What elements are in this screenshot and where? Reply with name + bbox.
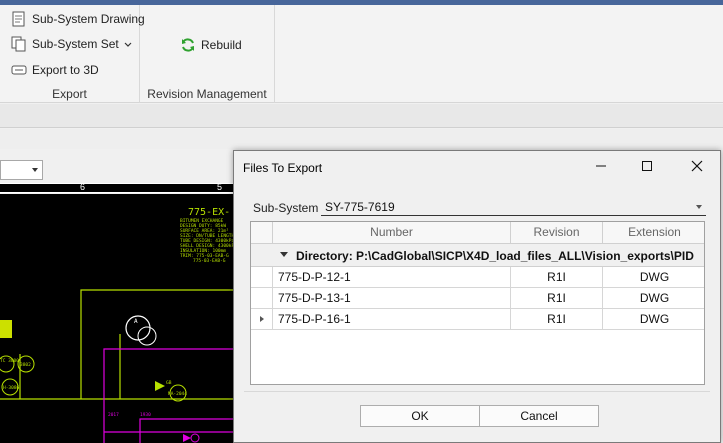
cell-number: 775-D-P-12-1: [273, 267, 511, 287]
cell-revision: R1I: [511, 309, 603, 329]
process-lines: [0, 289, 240, 400]
equipment-note: 775-03-EAB-G: [193, 258, 226, 264]
instrument-bubbles: A TC 3800 3802 H-3086 GB NA-2044 2017 19…: [0, 315, 200, 443]
row-indicator: [251, 288, 273, 308]
drawing-ruler: 6 5: [0, 182, 240, 193]
cell-extension: DWG: [639, 270, 670, 284]
rebuild-button[interactable]: Rebuild: [180, 35, 242, 55]
instrument-tag: A: [134, 318, 138, 325]
drawing-icon: [11, 11, 27, 27]
cad-drawing-canvas[interactable]: 775-EX- BITUMEN EXCHANGE DESIGN DUTY: 85…: [0, 194, 240, 443]
instrument-tag: TC 3800: [0, 358, 19, 364]
sub-system-set-button[interactable]: Sub-System Set: [11, 34, 132, 54]
instrument-tag: 2017: [108, 412, 119, 418]
close-button[interactable]: [674, 151, 720, 183]
dialog-title: Files To Export: [243, 161, 323, 175]
chevron-down-icon: [696, 205, 702, 209]
ok-button[interactable]: OK: [360, 405, 480, 427]
minimize-icon: [595, 160, 607, 175]
instrument-tag: NA-2044: [168, 391, 187, 397]
sub-system-label: Sub-System: [253, 201, 319, 215]
sub-system-drawing-button[interactable]: Sub-System Drawing: [11, 9, 145, 29]
column-header-revision[interactable]: Revision: [511, 222, 603, 244]
table-row[interactable]: 775-D-P-16-1 R1I DWG: [251, 309, 704, 330]
directory-group-label: Directory: P:\CadGlobal\SICP\X4D_load_fi…: [296, 249, 694, 263]
export-group-label: Export: [52, 87, 87, 101]
collapse-chevron-icon[interactable]: [280, 252, 288, 257]
column-header-number[interactable]: Number: [273, 222, 511, 244]
sub-system-value: SY-775-7619: [325, 200, 395, 214]
revision-management-group: Rebuild Revision Management: [140, 5, 275, 103]
layer-dropdown[interactable]: [0, 160, 43, 180]
export-3d-icon: [11, 62, 27, 78]
row-indicator-header: [251, 222, 273, 244]
files-grid: Number Revision Extension Directory: P:\…: [250, 221, 705, 385]
cell-number: 775-D-P-16-1: [273, 309, 511, 329]
cell-extension: DWG: [639, 291, 670, 305]
cell-revision: R1I: [511, 267, 603, 287]
document-tab-strip: [0, 129, 723, 149]
instrument-tag: H-3086: [3, 385, 20, 391]
sub-system-set-label: Sub-System Set: [32, 37, 119, 51]
chevron-down-icon: [124, 37, 132, 51]
cancel-button[interactable]: Cancel: [479, 405, 599, 427]
group-row-directory[interactable]: Directory: P:\CadGlobal\SICP\X4D_load_fi…: [251, 244, 704, 267]
files-to-export-dialog: Files To Export Sub-System SY-775-7619 N…: [233, 150, 721, 443]
equipment-tag: 775-EX-: [188, 207, 230, 218]
rebuild-label: Rebuild: [201, 38, 242, 52]
export-group: Sub-System Drawing Sub-System Set Export…: [0, 5, 145, 103]
row-indicator: [251, 309, 273, 329]
export-to-3d-button[interactable]: Export to 3D: [11, 60, 99, 80]
sub-system-drawing-label: Sub-System Drawing: [32, 12, 145, 26]
ruler-tick-5: 5: [217, 182, 223, 192]
cell-number: 775-D-P-13-1: [273, 288, 511, 308]
document-set-icon: [11, 36, 27, 52]
minimize-button[interactable]: [578, 151, 624, 183]
export-to-3d-label: Export to 3D: [32, 63, 99, 77]
cell-extension: DWG: [639, 312, 670, 326]
column-header-extension[interactable]: Extension: [603, 222, 704, 244]
instrument-tag: 3802: [20, 362, 31, 368]
refresh-icon: [180, 37, 196, 53]
ruler-tick-6: 6: [80, 182, 86, 192]
revision-management-label: Revision Management: [147, 87, 267, 101]
maximize-button[interactable]: [624, 151, 670, 183]
row-indicator: [251, 267, 273, 287]
toolbar-strip: [0, 104, 723, 128]
table-row[interactable]: 775-D-P-13-1 R1I DWG: [251, 288, 704, 309]
instrument-tag: GB: [166, 380, 172, 386]
dialog-separator: [244, 391, 710, 392]
maximize-icon: [641, 160, 653, 175]
sub-system-dropdown[interactable]: SY-775-7619: [321, 198, 706, 216]
cell-revision: R1I: [511, 288, 603, 308]
close-icon: [691, 160, 703, 175]
current-row-icon: [260, 316, 264, 322]
ribbon: Sub-System Drawing Sub-System Set Export…: [0, 5, 723, 103]
instrument-tag: 1930: [140, 412, 151, 418]
table-row[interactable]: 775-D-P-12-1 R1I DWG: [251, 267, 704, 288]
dropdown-arrow-icon: [32, 168, 38, 172]
